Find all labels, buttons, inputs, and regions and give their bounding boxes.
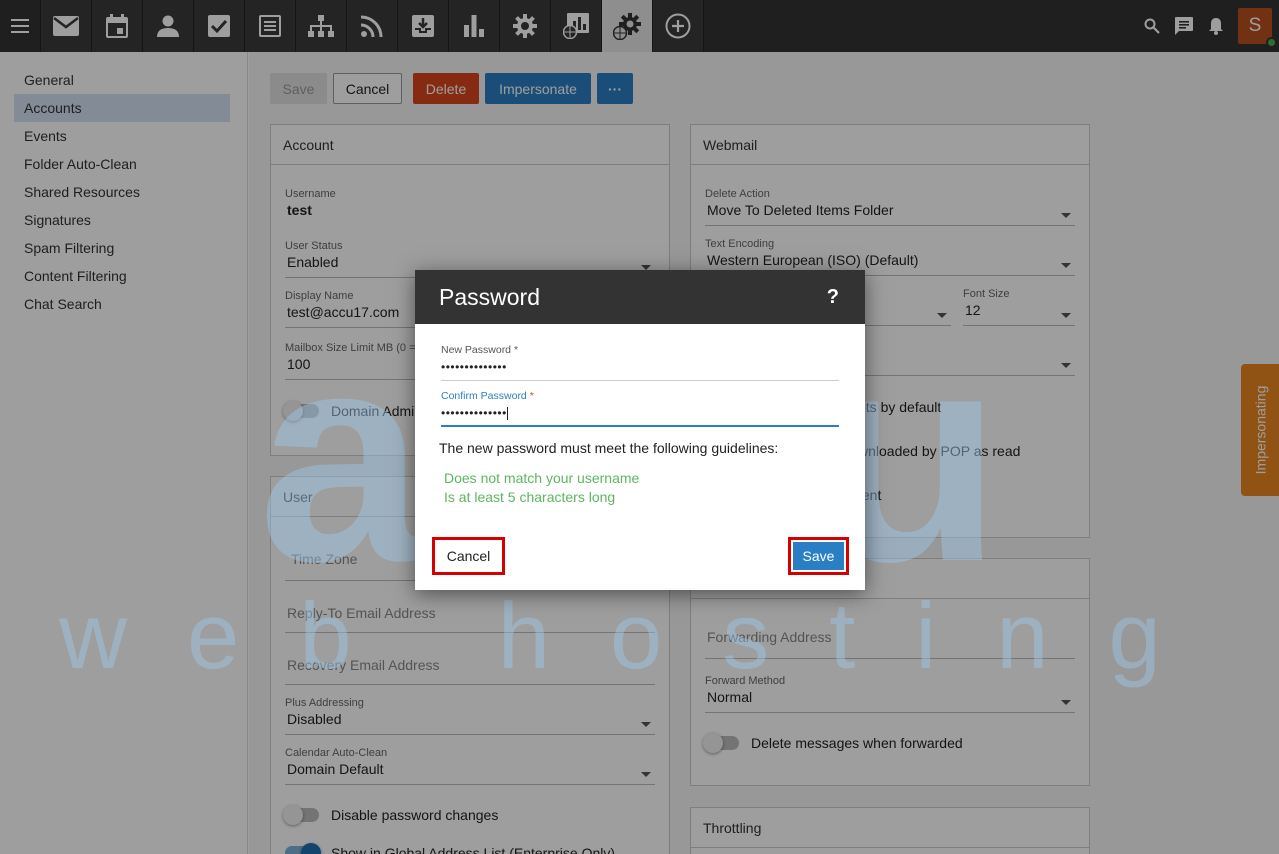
confirm-password-value: ••••••••••••••	[441, 406, 508, 421]
rule-min-length: Is at least 5 characters long	[444, 489, 616, 505]
help-icon[interactable]: ?	[827, 286, 839, 309]
dialog-title: Password	[439, 283, 540, 310]
confirm-password-input[interactable]: Confirm Password * ••••••••••••••	[441, 390, 839, 427]
dialog-save-button[interactable]: Save	[788, 537, 849, 575]
password-dialog: Password ? New Password * ••••••••••••••…	[415, 270, 865, 590]
new-password-input[interactable]: New Password * ••••••••••••••	[441, 344, 839, 381]
rule-username-mismatch: Does not match your username	[444, 470, 640, 486]
dialog-header: Password ?	[415, 270, 865, 324]
confirm-password-label: Confirm Password *	[441, 390, 534, 402]
dialog-cancel-label: Cancel	[446, 548, 491, 564]
new-password-label: New Password *	[441, 344, 519, 356]
new-password-value: ••••••••••••••	[441, 360, 507, 374]
dialog-cancel-button[interactable]: Cancel	[432, 537, 505, 575]
password-guidelines-text: The new password must meet the following…	[439, 440, 779, 456]
dialog-save-label: Save	[793, 542, 844, 570]
